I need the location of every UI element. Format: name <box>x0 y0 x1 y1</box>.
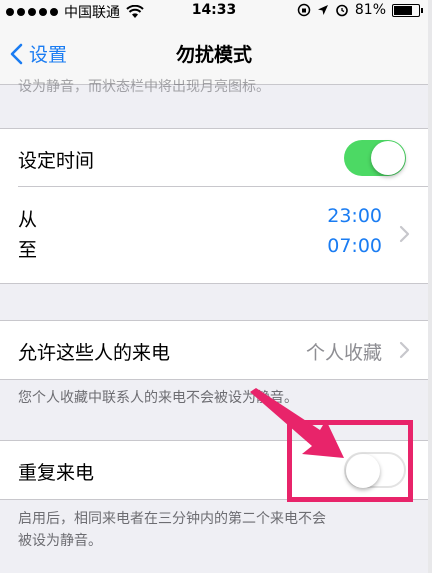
schedule-group: 设定时间 从 至 23:00 07:00 <box>0 128 428 284</box>
repeated-calls-row: 重复来电 <box>0 441 428 499</box>
chevron-right-icon <box>399 225 410 243</box>
section-footnote-partial: 设为静音，而状态栏中将出现月亮图标。 <box>18 79 270 95</box>
battery-icon <box>392 3 423 17</box>
repeated-calls-footnote-line2: 被设为静音。 <box>18 533 102 549</box>
scheduled-toggle[interactable] <box>344 140 406 176</box>
to-time: 07:00 <box>327 235 382 257</box>
allow-calls-label: 允许这些人的来电 <box>18 342 171 364</box>
battery-percent: 81% <box>354 2 386 18</box>
repeated-calls-footnote: 启用后，相同来电者在三分钟内的第二个来电不会 被设为静音。 <box>18 508 408 552</box>
alarm-icon <box>336 4 348 17</box>
repeated-calls-label: 重复来电 <box>18 462 95 484</box>
allow-calls-group: 允许这些人的来电 个人收藏 <box>0 320 428 380</box>
settings-screen: 中国联通 14:33 81% 设置 勿扰模式 设为静音，而状态栏中将出现月亮图标… <box>0 0 432 573</box>
scheduled-label: 设定时间 <box>18 150 95 172</box>
location-icon <box>317 5 328 15</box>
repeated-calls-group: 重复来电 <box>0 440 428 500</box>
toggle-knob <box>371 141 405 175</box>
allow-calls-value: 个人收藏 <box>305 342 382 364</box>
from-label: 从 <box>18 209 38 231</box>
repeated-calls-toggle[interactable] <box>344 452 406 488</box>
scheduled-row: 设定时间 <box>0 129 428 187</box>
status-right: 81% <box>297 2 423 18</box>
allow-calls-row[interactable]: 允许这些人的来电 个人收藏 <box>0 321 428 379</box>
page-title: 勿扰模式 <box>175 44 252 66</box>
time-range-row[interactable]: 从 至 23:00 07:00 <box>0 187 428 283</box>
toggle-knob <box>346 454 380 488</box>
allow-calls-footnote: 您个人收藏中联系人的来电不会被设为静音。 <box>18 390 298 406</box>
chevron-right-icon <box>399 341 410 359</box>
status-bar: 中国联通 14:33 81% <box>0 0 428 22</box>
from-time: 23:00 <box>327 205 382 227</box>
to-label: 至 <box>18 239 38 261</box>
orientation-lock-icon <box>297 3 311 17</box>
repeated-calls-footnote-line1: 启用后，相同来电者在三分钟内的第二个来电不会 <box>18 511 326 527</box>
